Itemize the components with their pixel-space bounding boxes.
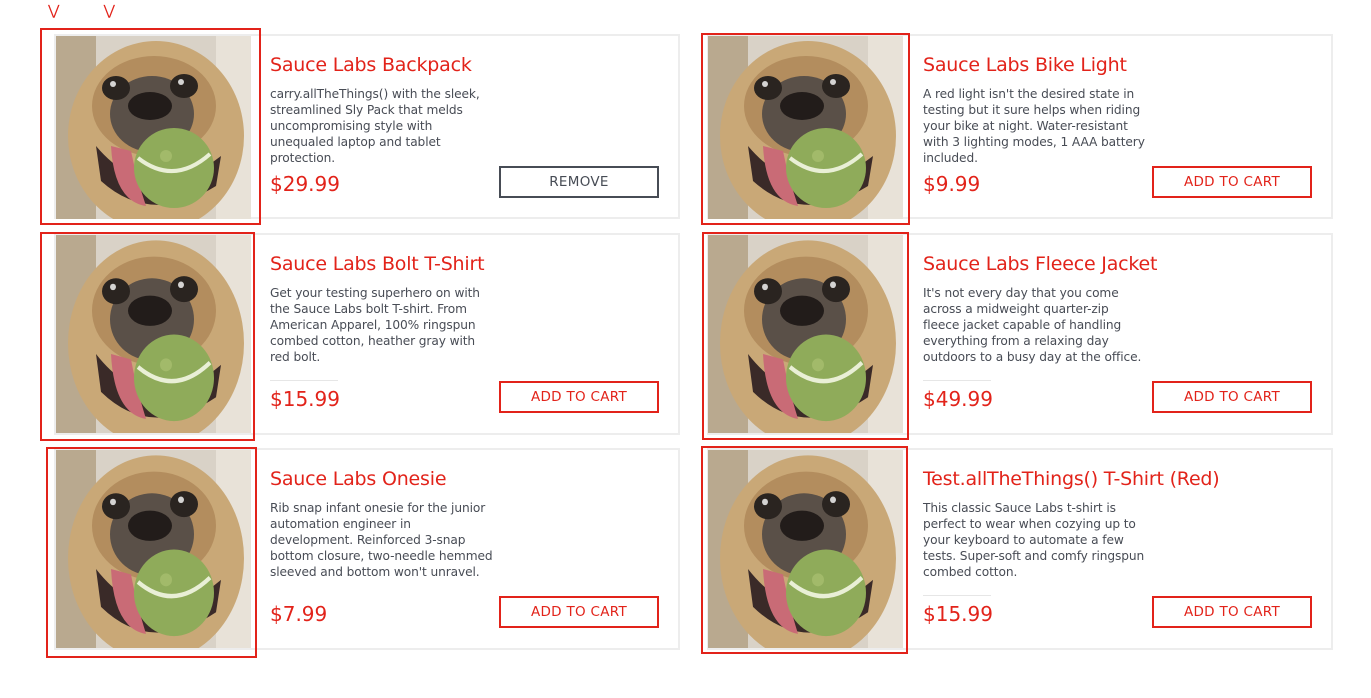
product-image[interactable] xyxy=(56,450,251,648)
product-image[interactable] xyxy=(56,36,251,219)
product-title[interactable]: Test.allTheThings() T-Shirt (Red) xyxy=(923,468,1220,490)
product-price: $15.99 xyxy=(923,602,993,626)
top-decorative-marks: ⋁ ⋁ xyxy=(48,0,159,19)
add-to-cart-button[interactable]: ADD TO CART xyxy=(1152,166,1312,198)
product-image[interactable] xyxy=(708,235,903,433)
add-to-cart-button[interactable]: ADD TO CART xyxy=(499,596,659,628)
product-title[interactable]: Sauce Labs Onesie xyxy=(270,468,447,490)
chevron-down-icon: ⋁ xyxy=(48,3,60,19)
product-description: Rib snap infant onesie for the junior au… xyxy=(270,501,493,579)
product-description: It's not every day that you come across … xyxy=(923,286,1142,364)
product-title[interactable]: Sauce Labs Fleece Jacket xyxy=(923,253,1157,275)
product-description: A red light isn't the desired state in t… xyxy=(923,87,1145,165)
price-divider xyxy=(270,380,338,381)
product-price: $29.99 xyxy=(270,172,340,196)
product-title[interactable]: Sauce Labs Bike Light xyxy=(923,54,1127,76)
add-to-cart-button[interactable]: ADD TO CART xyxy=(1152,596,1312,628)
product-title[interactable]: Sauce Labs Backpack xyxy=(270,54,472,76)
product-price: $7.99 xyxy=(270,602,328,626)
product-description: carry.allTheThings() with the sleek, str… xyxy=(270,87,480,165)
remove-button[interactable]: REMOVE xyxy=(499,166,659,198)
product-description: Get your testing superhero on with the S… xyxy=(270,286,480,364)
product-title[interactable]: Sauce Labs Bolt T-Shirt xyxy=(270,253,485,275)
product-price: $15.99 xyxy=(270,387,340,411)
product-description: This classic Sauce Labs t-shirt is perfe… xyxy=(923,501,1145,579)
product-image[interactable] xyxy=(708,36,903,219)
add-to-cart-button[interactable]: ADD TO CART xyxy=(1152,381,1312,413)
product-image[interactable] xyxy=(56,235,251,433)
price-divider xyxy=(923,380,991,381)
product-price: $49.99 xyxy=(923,387,993,411)
price-divider xyxy=(923,595,991,596)
chevron-down-icon: ⋁ xyxy=(103,3,115,19)
product-image[interactable] xyxy=(708,450,903,648)
product-price: $9.99 xyxy=(923,172,981,196)
add-to-cart-button[interactable]: ADD TO CART xyxy=(499,381,659,413)
